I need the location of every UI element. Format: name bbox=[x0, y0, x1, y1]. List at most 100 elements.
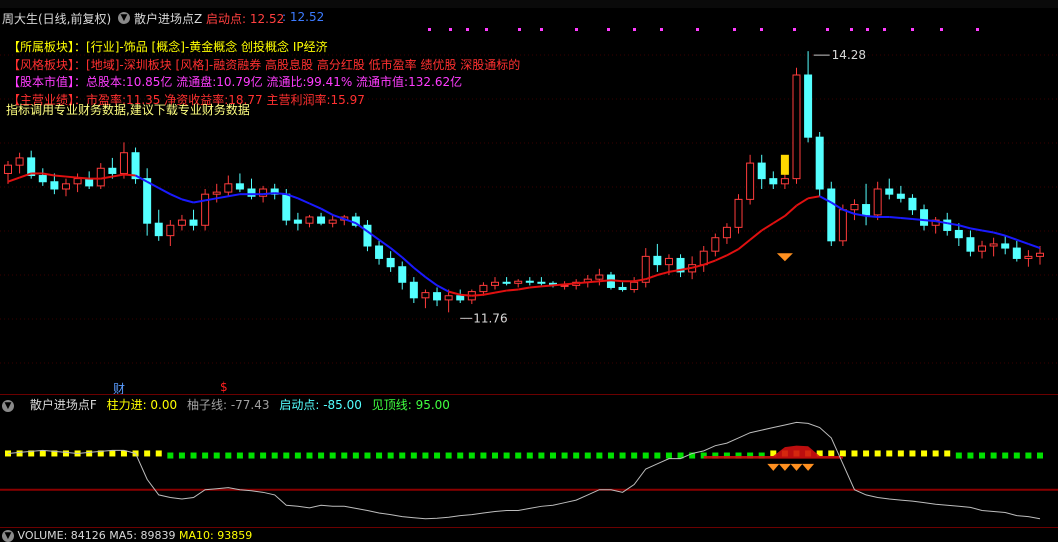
threshold-dot-20 bbox=[236, 452, 243, 459]
volume-title-bar: ▼ VOLUME: 84126 MA5: 89839 MA10: 93859 bbox=[0, 529, 1058, 542]
candle-body-83 bbox=[966, 237, 975, 252]
threshold-dot-23 bbox=[271, 452, 278, 459]
ma-segment-1 bbox=[7, 176, 20, 183]
threshold-dot-56 bbox=[654, 452, 661, 459]
candle-body-13 bbox=[154, 222, 163, 237]
threshold-dot-41 bbox=[480, 452, 487, 459]
candle-body-84 bbox=[978, 245, 987, 252]
candle-body-17 bbox=[201, 193, 210, 226]
threshold-dot-24 bbox=[283, 452, 290, 459]
indicator-diamond-icon-2 bbox=[790, 463, 803, 471]
signal-dot-10 bbox=[696, 28, 699, 31]
sub-indicator-chevron-icon[interactable]: ▼ bbox=[2, 398, 20, 412]
candle-body-25 bbox=[293, 219, 302, 224]
threshold-dot-44 bbox=[515, 452, 522, 459]
sector-label: 【所属板块】 bbox=[8, 40, 75, 54]
candle-body-26 bbox=[305, 216, 314, 224]
threshold-dot-28 bbox=[329, 452, 336, 459]
candle-body-77 bbox=[896, 193, 905, 199]
candle-body-79 bbox=[920, 209, 929, 226]
threshold-dot-89 bbox=[1037, 452, 1043, 459]
ma-segment-48 bbox=[552, 283, 565, 287]
threshold-dot-35 bbox=[410, 452, 417, 459]
threshold-dot-71 bbox=[828, 450, 835, 457]
volume-chevron-icon[interactable]: ▼ bbox=[2, 529, 14, 542]
candle-body-54 bbox=[630, 281, 639, 291]
top-value: 见顶线: 95.00 bbox=[371, 398, 450, 412]
threshold-dot-14 bbox=[167, 452, 174, 459]
ma-segment-78 bbox=[900, 217, 913, 221]
threshold-dot-25 bbox=[294, 452, 301, 459]
indicator-title-bar: ▼ 散户进场点F 柱力进: 0.00 柚子线: -77.43 启动点: -85.… bbox=[0, 396, 1058, 412]
signal-dot-3 bbox=[485, 28, 488, 31]
threshold-dot-9 bbox=[109, 450, 116, 457]
threshold-dot-78 bbox=[909, 450, 916, 457]
signal-dot-0 bbox=[428, 28, 431, 31]
ma-segment-53 bbox=[610, 279, 623, 283]
ma-segment-87 bbox=[1004, 234, 1018, 241]
candle-body-44 bbox=[514, 280, 523, 284]
signal-dot-9 bbox=[660, 28, 663, 31]
ma10-value: MA10: 93859 bbox=[178, 529, 253, 542]
dividend-marker[interactable]: $ bbox=[220, 380, 228, 394]
threshold-dot-49 bbox=[573, 452, 580, 459]
candle-body-16 bbox=[189, 219, 198, 226]
candle-body-8 bbox=[96, 167, 105, 187]
candle-body-67 bbox=[780, 178, 789, 185]
ma-segment-67 bbox=[772, 215, 786, 225]
threshold-dot-29 bbox=[341, 452, 348, 459]
candle-body-34 bbox=[398, 266, 407, 283]
signal-dot-4 bbox=[518, 28, 521, 31]
threshold-dot-31 bbox=[364, 452, 371, 459]
threshold-dot-12 bbox=[144, 450, 151, 457]
candle-body-31 bbox=[363, 224, 372, 247]
candle-body-68 bbox=[792, 74, 801, 180]
threshold-dot-43 bbox=[503, 452, 510, 459]
threshold-dot-77 bbox=[897, 450, 904, 457]
panel-divider[interactable] bbox=[0, 394, 1058, 395]
indicator-diamond-icon-3 bbox=[802, 463, 815, 471]
ma-segment-35 bbox=[401, 256, 415, 269]
candle-body-1 bbox=[15, 157, 24, 166]
ma-segment-16 bbox=[181, 198, 194, 204]
style-label: 【风格板块】 bbox=[8, 58, 75, 72]
threshold-dot-81 bbox=[944, 450, 951, 457]
threshold-dot-57 bbox=[665, 452, 672, 459]
candle-body-19 bbox=[224, 183, 233, 193]
threshold-dot-51 bbox=[596, 452, 603, 459]
ma-segment-62 bbox=[714, 254, 728, 262]
indicator-diamond-icon-0 bbox=[767, 463, 780, 471]
ma-segment-38 bbox=[436, 284, 450, 293]
ma-segment-47 bbox=[541, 284, 554, 288]
signal-dot-11 bbox=[733, 28, 736, 31]
candle-body-28 bbox=[328, 219, 337, 224]
ma-segment-19 bbox=[216, 195, 229, 200]
threshold-dot-37 bbox=[434, 452, 441, 459]
threshold-dot-3 bbox=[39, 450, 46, 457]
ma-segment-26 bbox=[297, 197, 310, 205]
sub-indicator-name[interactable]: 散户进场点F bbox=[30, 398, 97, 412]
pillar-value: 柱力进: 0.00 bbox=[106, 398, 178, 412]
threshold-dot-13 bbox=[155, 450, 162, 457]
threshold-dot-47 bbox=[549, 452, 556, 459]
signal-dot-8 bbox=[633, 28, 636, 31]
grapefruit-value: 柚子线: -77.43 bbox=[186, 398, 270, 412]
ma-segment-11 bbox=[123, 173, 136, 177]
candle-body-62 bbox=[722, 226, 731, 239]
finance-data-note: 指标调用专业财务数据,建议下载专业财务数据 bbox=[6, 103, 250, 117]
threshold-dot-40 bbox=[468, 452, 475, 459]
signal-dot-7 bbox=[607, 28, 610, 31]
volume-divider[interactable] bbox=[0, 527, 1058, 528]
ma-segment-15 bbox=[169, 193, 183, 201]
threshold-dot-39 bbox=[457, 452, 464, 459]
threshold-dot-42 bbox=[492, 452, 499, 459]
cap-row: 【股本市值】：总股本:10.85亿 流通盘:10.79亿 流通比:99.41% … bbox=[8, 73, 462, 90]
candle-body-38 bbox=[444, 295, 453, 301]
ma-segment-5 bbox=[54, 174, 67, 178]
volume-value: VOLUME: 84126 bbox=[17, 529, 106, 542]
ma-segment-89 bbox=[1028, 242, 1041, 250]
candle-body-37 bbox=[433, 292, 442, 301]
candle-body-66 bbox=[769, 178, 778, 185]
ma-segment-66 bbox=[761, 222, 774, 232]
ma-segment-49 bbox=[564, 282, 577, 286]
